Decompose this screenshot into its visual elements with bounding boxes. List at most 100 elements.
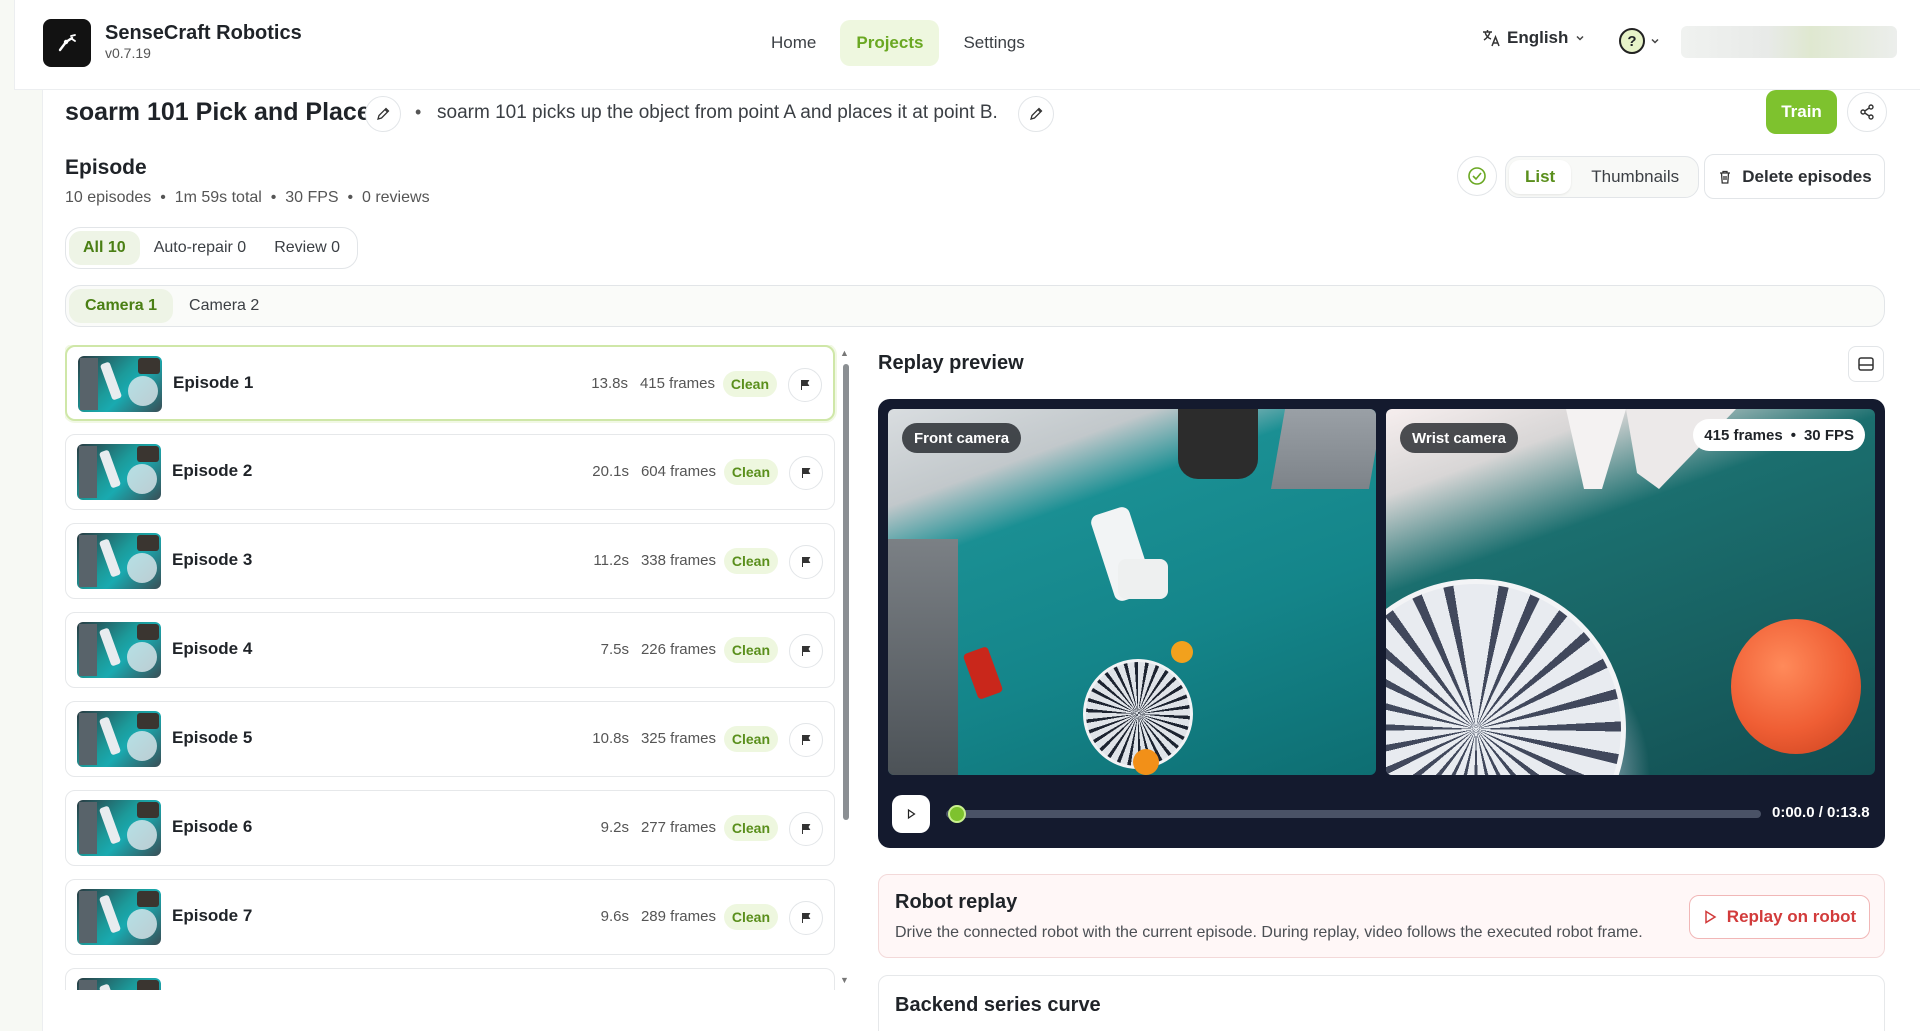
flag-button[interactable]	[789, 812, 823, 846]
status-badge: Clean	[723, 548, 778, 574]
app-name: SenseCraft Robotics	[105, 22, 302, 44]
play-icon	[1705, 910, 1717, 924]
episode-thumbnail	[77, 889, 161, 945]
episode-thumbnail	[78, 356, 162, 412]
status-badge: Clean	[723, 904, 778, 930]
episode-frames: 277 frames	[640, 819, 716, 836]
flag-button[interactable]	[789, 634, 823, 668]
episode-duration: 9.6s	[600, 908, 629, 925]
nav-projects[interactable]: Projects	[840, 20, 940, 66]
status-badge: Clean	[723, 726, 778, 752]
status-badge: Clean	[723, 637, 778, 663]
tab-camera-1[interactable]: Camera 1	[69, 289, 174, 323]
filter-review[interactable]: Review 0	[260, 231, 354, 265]
view-list[interactable]: List	[1509, 160, 1572, 194]
filter-auto-repair[interactable]: Auto-repair 0	[140, 231, 261, 265]
separator-dot: •	[415, 102, 422, 122]
flag-icon	[802, 557, 811, 567]
view-thumbnails[interactable]: Thumbnails	[1575, 160, 1695, 194]
flag-button[interactable]	[789, 456, 823, 490]
list-item[interactable]: Episode 3 11.2s 338 frames Clean	[65, 523, 835, 599]
play-icon	[907, 808, 916, 820]
robot-replay-title: Robot replay	[895, 891, 1018, 913]
list-item[interactable]: Episode 6 9.2s 277 frames Clean	[65, 790, 835, 866]
front-camera-view: Front camera	[888, 409, 1376, 775]
panel-layout-icon	[1858, 357, 1874, 371]
fps-label: 30 FPS	[1803, 426, 1854, 444]
wrist-camera-view: Wrist camera 415 frames • 30 FPS	[1386, 409, 1875, 775]
episode-frames: 338 frames	[640, 552, 716, 569]
flag-button[interactable]	[789, 545, 823, 579]
robot-replay-description: Drive the connected robot with the curre…	[895, 924, 1643, 941]
backend-series-title: Backend series curve	[895, 994, 1101, 1016]
user-account-area[interactable]	[1681, 26, 1897, 58]
validate-button[interactable]	[1457, 156, 1497, 196]
episode-thumbnail	[77, 800, 161, 856]
language-selector[interactable]: English	[1481, 28, 1586, 48]
nav-settings[interactable]: Settings	[947, 20, 1040, 66]
flag-icon	[801, 380, 810, 390]
episode-duration: 10.8s	[592, 730, 629, 747]
list-item[interactable]: Episode 1 13.8s 415 frames Clean	[65, 345, 835, 421]
filter-all[interactable]: All 10	[69, 231, 140, 265]
delete-episodes-button[interactable]: Delete episodes	[1704, 154, 1885, 199]
list-item[interactable]: Episode 4 7.5s 226 frames Clean	[65, 612, 835, 688]
review-count: 0 reviews	[361, 189, 430, 206]
project-description: soarm 101 picks up the object from point…	[437, 102, 998, 123]
language-label: English	[1507, 28, 1569, 47]
list-item[interactable]: Episode 7 9.6s 289 frames Clean	[65, 879, 835, 955]
list-item[interactable]	[65, 968, 835, 990]
episode-name: Episode 6	[172, 817, 253, 836]
total-duration: 1m 59s total	[174, 189, 262, 206]
episode-count: 10 episodes	[65, 189, 152, 206]
list-item[interactable]: Episode 2 20.1s 604 frames Clean	[65, 434, 835, 510]
fps-value: 30 FPS	[285, 189, 339, 206]
front-camera-label: Front camera	[902, 423, 1022, 453]
episode-list-scrollbar[interactable]: ▲ ▼	[840, 348, 852, 988]
main-content: soarm 101 Pick and Place1 • soarm 101 pi…	[42, 90, 1920, 1031]
train-button[interactable]: Train	[1766, 90, 1837, 134]
wrist-camera-label: Wrist camera	[1400, 423, 1518, 453]
layout-toggle-button[interactable]	[1848, 346, 1884, 382]
episode-name: Episode 7	[172, 906, 253, 925]
timeline-knob[interactable]	[948, 805, 966, 823]
scroll-up-arrow-icon[interactable]: ▲	[840, 348, 849, 358]
scroll-down-arrow-icon[interactable]: ▼	[840, 975, 849, 985]
flag-button[interactable]	[788, 368, 822, 402]
flag-button[interactable]	[789, 901, 823, 935]
replay-on-robot-label: Replay on robot	[1726, 907, 1857, 926]
project-title: soarm 101 Pick and Place1	[65, 98, 385, 126]
help-icon: ?	[1619, 28, 1645, 54]
time-readout: 0:00.0 / 0:13.8	[1772, 804, 1870, 821]
episode-thumbnail	[77, 978, 161, 990]
edit-title-button[interactable]	[365, 96, 401, 132]
scroll-thumb[interactable]	[843, 364, 849, 820]
flag-icon	[802, 468, 811, 478]
pencil-icon	[1030, 107, 1043, 120]
camera-tabs: Camera 1 Camera 2	[65, 285, 1885, 327]
timeline-slider[interactable]	[946, 805, 1761, 823]
episode-section-title: Episode	[65, 156, 147, 179]
replay-on-robot-button[interactable]: Replay on robot	[1689, 895, 1870, 939]
help-menu[interactable]: ?	[1619, 28, 1661, 54]
app-logo[interactable]	[43, 19, 91, 67]
pencil-icon	[377, 107, 390, 120]
share-icon	[1860, 104, 1874, 120]
episode-list: Episode 1 13.8s 415 frames Clean Episode…	[65, 345, 837, 990]
frames-count: 415 frames	[1704, 426, 1783, 444]
episode-thumbnail	[77, 444, 161, 500]
nav-home[interactable]: Home	[755, 20, 832, 66]
player-controls: 0:00.0 / 0:13.8	[878, 775, 1885, 848]
episode-frames: 325 frames	[640, 730, 716, 747]
robot-replay-card: Robot replay Drive the connected robot w…	[878, 874, 1885, 958]
flag-button[interactable]	[789, 723, 823, 757]
video-player: Front camera Wrist camera 415 frames • 3…	[878, 399, 1885, 848]
play-button[interactable]	[892, 795, 930, 833]
edit-description-button[interactable]	[1018, 96, 1054, 132]
list-item[interactable]: Episode 5 10.8s 325 frames Clean	[65, 701, 835, 777]
share-button[interactable]	[1847, 92, 1887, 132]
tab-camera-2[interactable]: Camera 2	[173, 289, 275, 323]
delete-episodes-label: Delete episodes	[1742, 166, 1872, 186]
episode-name: Episode 5	[172, 728, 253, 747]
flag-icon	[802, 913, 811, 923]
